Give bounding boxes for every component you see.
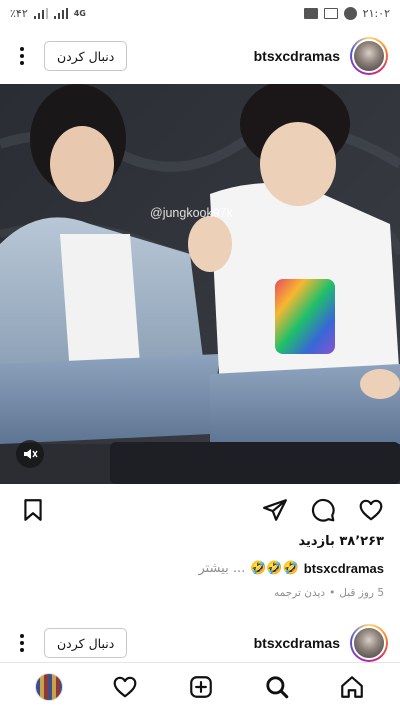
folder-icon xyxy=(303,7,318,19)
view-count: ۳۸٬۲۶۳ بازدید xyxy=(298,534,384,549)
bookmark-icon[interactable] xyxy=(20,497,46,523)
meta-separator: • xyxy=(329,587,336,599)
more-link[interactable]: ... بیشتر xyxy=(198,561,245,576)
activity-heart-icon[interactable] xyxy=(112,674,138,700)
post-avatar[interactable] xyxy=(350,37,388,75)
signal-icon xyxy=(33,7,48,19)
like-heart-icon[interactable] xyxy=(358,497,384,523)
actions-right xyxy=(262,497,384,523)
post-caption: btsxcdramas 🤣🤣🤣 ... بیشتر xyxy=(198,561,384,576)
video-frame xyxy=(0,84,400,484)
speaker-muted-icon xyxy=(24,449,38,459)
status-right: ۲۱:۰۲ xyxy=(303,6,390,20)
post-meta: 5 روز قبل • دیدن ترجمه xyxy=(274,587,384,599)
home-icon[interactable] xyxy=(339,674,365,700)
create-plus-icon[interactable] xyxy=(188,674,214,700)
more-options-icon[interactable] xyxy=(14,45,30,67)
signal-icon-2 xyxy=(53,7,68,19)
battery-text: ٪۴۲ xyxy=(10,6,28,20)
bottom-navigation xyxy=(0,662,400,711)
actions-left xyxy=(20,497,46,523)
clock: ۲۱:۰۲ xyxy=(362,6,390,20)
profile-avatar[interactable] xyxy=(34,673,63,701)
post-username[interactable]: btsxcdramas xyxy=(254,48,340,64)
next-post-username[interactable]: btsxcdramas xyxy=(254,635,340,651)
next-more-options-icon[interactable] xyxy=(14,632,30,654)
comment-icon[interactable] xyxy=(310,497,336,523)
post-time: 5 روز قبل xyxy=(339,587,384,599)
caption-username[interactable]: btsxcdramas xyxy=(304,561,384,576)
caption-text: 🤣🤣🤣 xyxy=(250,561,299,576)
post-header-right: btsxcdramas xyxy=(254,37,388,75)
search-icon[interactable] xyxy=(264,674,290,700)
network-type: 4G xyxy=(73,8,86,18)
next-post-header-left: دنبال کردن xyxy=(14,628,128,658)
mute-toggle[interactable] xyxy=(16,440,44,468)
post-actions xyxy=(0,490,400,530)
image-icon xyxy=(323,7,338,19)
next-post-header-right: btsxcdramas xyxy=(254,624,388,662)
post-header-left: دنبال کردن xyxy=(14,41,128,71)
status-left: ٪۴۲ 4G xyxy=(10,7,86,20)
status-bar: ٪۴۲ 4G ۲۱:۰۲ xyxy=(0,0,400,26)
whatsapp-icon xyxy=(343,6,357,20)
post-video[interactable]: @jungkook97k xyxy=(0,84,400,484)
next-follow-button[interactable]: دنبال کردن xyxy=(44,628,128,658)
post-header: دنبال کردن btsxcdramas xyxy=(0,28,400,84)
share-icon[interactable] xyxy=(262,497,288,523)
next-post-avatar[interactable] xyxy=(350,624,388,662)
video-watermark: @jungkook97k xyxy=(150,206,233,220)
see-translation-link[interactable]: دیدن ترجمه xyxy=(274,587,325,599)
follow-button[interactable]: دنبال کردن xyxy=(44,41,128,71)
